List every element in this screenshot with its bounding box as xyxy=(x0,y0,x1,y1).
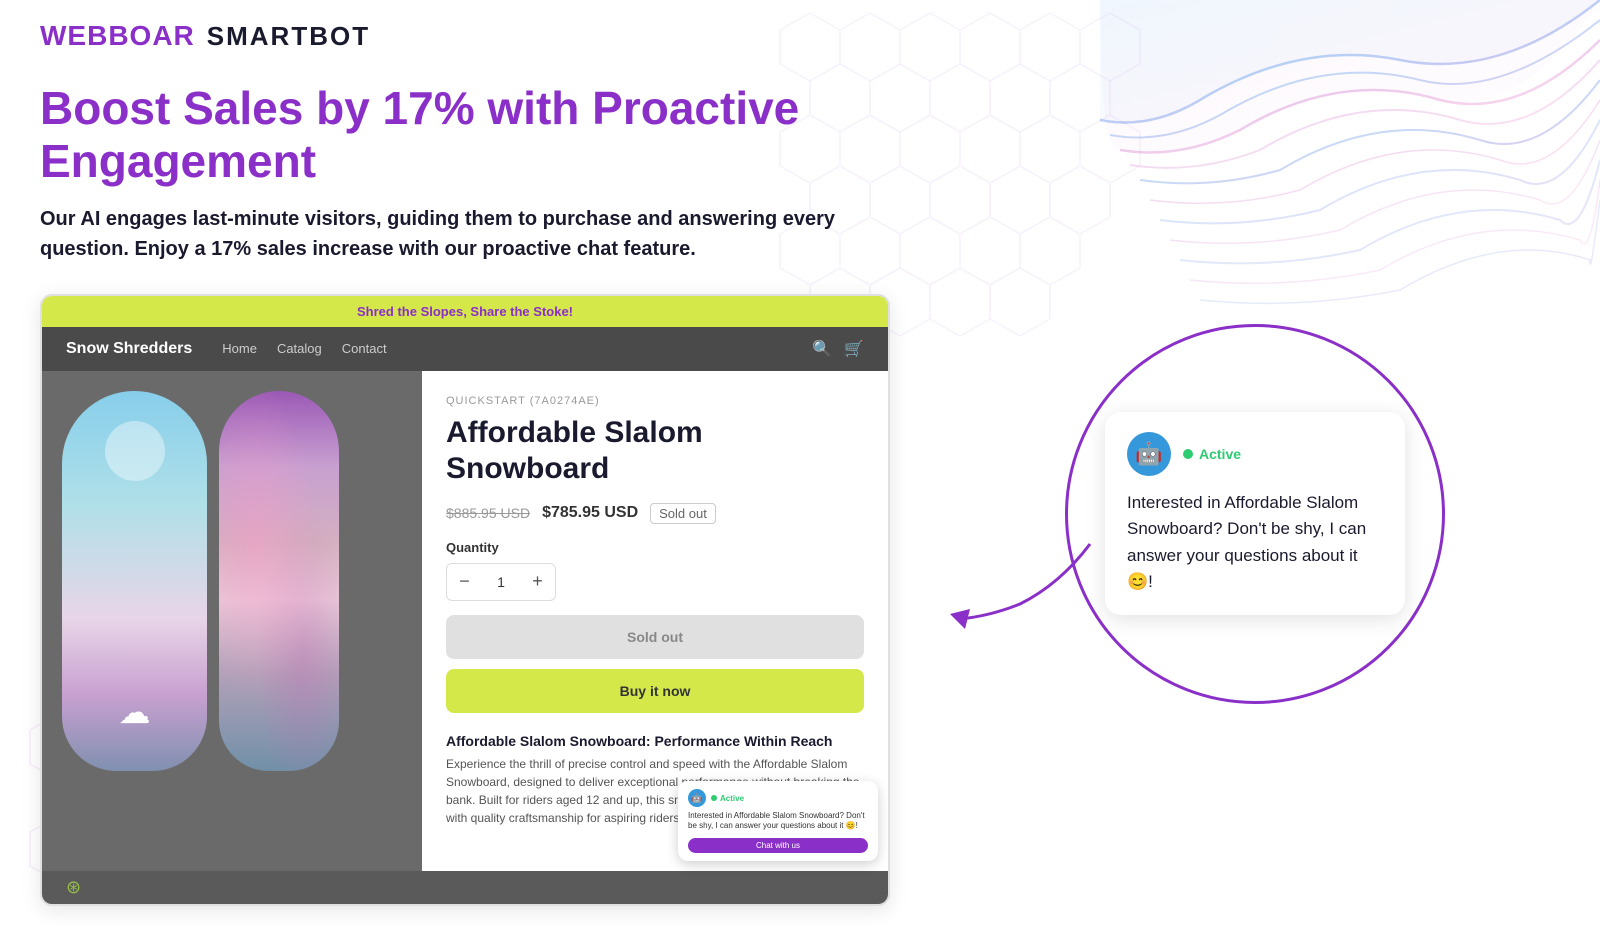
quantity-label: Quantity xyxy=(446,540,864,555)
nav-catalog[interactable]: Catalog xyxy=(277,341,322,356)
price-row: $885.95 USD $785.95 USD Sold out xyxy=(446,503,864,524)
mini-chat-bubble: 🤖 Active Interested in Affordable Slalom… xyxy=(678,781,878,861)
shop-nav: Snow Shredders Home Catalog Contact 🔍 🛒 xyxy=(42,327,888,371)
chat-status: Active xyxy=(1183,446,1241,462)
search-icon[interactable]: 🔍 xyxy=(812,339,832,359)
shopify-footer: ⊛ xyxy=(42,871,888,904)
logo-webboar: WEBBOAR xyxy=(40,20,195,52)
chat-popup: 🤖 Active Interested in Affordable Slalom… xyxy=(1105,412,1405,615)
quantity-minus-button[interactable]: − xyxy=(447,564,482,600)
mini-chat-text: Interested in Affordable Slalom Snowboar… xyxy=(688,811,868,832)
chat-status-label: Active xyxy=(1199,446,1241,462)
sold-out-badge: Sold out xyxy=(650,503,716,524)
quantity-control: − 1 + xyxy=(446,563,556,601)
hero-subtitle: Our AI engages last-minute visitors, gui… xyxy=(40,204,860,264)
nav-home[interactable]: Home xyxy=(222,341,257,356)
chat-message: Interested in Affordable Slalom Snowboar… xyxy=(1127,490,1383,595)
main-content: WEBBOAR SMARTBOT Boost Sales by 17% with… xyxy=(0,0,1600,926)
snowboard-image-right xyxy=(219,391,339,771)
sold-out-button: Sold out xyxy=(446,615,864,659)
nav-contact[interactable]: Contact xyxy=(342,341,387,356)
header: WEBBOAR SMARTBOT xyxy=(40,20,1560,52)
mini-active-label: Active xyxy=(720,794,744,803)
announcement-bar: Shred the Slopes, Share the Stoke! xyxy=(42,296,888,327)
shop-nav-icons: 🔍 🛒 xyxy=(812,339,864,359)
shopify-logo-icon: ⊛ xyxy=(66,877,81,898)
chat-circle: 🤖 Active Interested in Affordable Slalom… xyxy=(1065,324,1445,704)
mini-active-status: Active xyxy=(711,794,744,803)
price-original: $885.95 USD xyxy=(446,505,530,521)
chat-message-text: Interested in Affordable Slalom Snowboar… xyxy=(1127,493,1366,591)
mini-active-dot xyxy=(711,795,717,801)
hero-title: Boost Sales by 17% with Proactive Engage… xyxy=(40,82,940,188)
mini-chat-header: 🤖 Active xyxy=(688,789,868,807)
chat-avatar: 🤖 xyxy=(1127,432,1171,476)
shop-nav-links: Home Catalog Contact xyxy=(222,341,386,356)
price-sale: $785.95 USD xyxy=(542,504,638,522)
product-sku: QUICKSTART (7A0274AE) xyxy=(446,395,864,407)
logo-smartbot: SMARTBOT xyxy=(207,21,370,52)
mini-chat-button[interactable]: Chat with us xyxy=(688,838,868,853)
shopify-mockup: Shred the Slopes, Share the Stoke! Snow … xyxy=(40,294,890,906)
quantity-value: 1 xyxy=(482,574,520,590)
snowboard-image-left xyxy=(62,391,207,771)
product-area-wrapper: QUICKSTART (7A0274AE) Affordable Slalom … xyxy=(42,371,888,871)
cart-icon[interactable]: 🛒 xyxy=(844,339,864,359)
status-active-dot xyxy=(1183,449,1193,459)
product-images xyxy=(42,371,422,871)
chat-popup-header: 🤖 Active xyxy=(1127,432,1383,476)
mini-chat-avatar: 🤖 xyxy=(688,789,706,807)
product-description-title: Affordable Slalom Snowboard: Performance… xyxy=(446,733,864,749)
buy-now-button[interactable]: Buy it now xyxy=(446,669,864,713)
two-column-layout: Shred the Slopes, Share the Stoke! Snow … xyxy=(40,294,1560,906)
chat-section: 🤖 Active Interested in Affordable Slalom… xyxy=(950,294,1560,704)
quantity-plus-button[interactable]: + xyxy=(520,564,555,600)
product-title: Affordable Slalom Snowboard xyxy=(446,415,864,487)
shop-logo: Snow Shredders xyxy=(66,340,192,358)
